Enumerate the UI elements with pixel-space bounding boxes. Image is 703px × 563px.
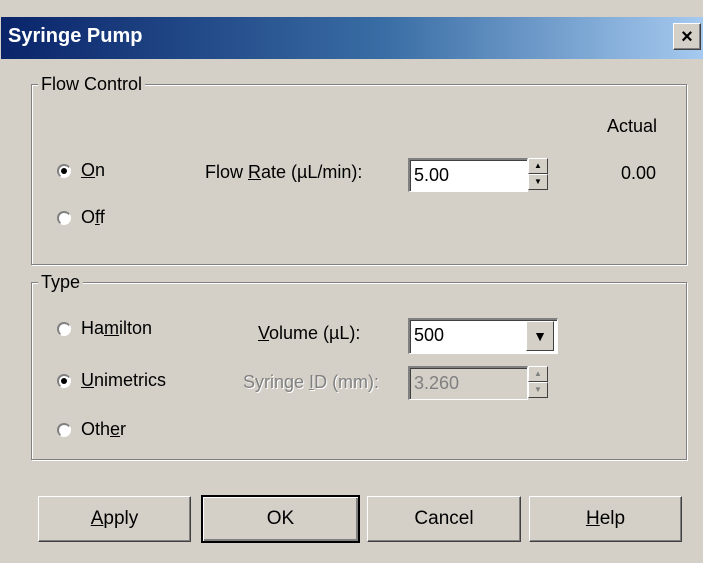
- radio-on[interactable]: On: [57, 160, 105, 181]
- radio-other-indicator[interactable]: [57, 422, 71, 437]
- radio-hamilton[interactable]: Hamilton: [57, 318, 152, 339]
- radio-off-label: Off: [81, 207, 105, 227]
- radio-unimetrics-label: Unimetrics: [81, 370, 167, 390]
- close-icon: ×: [681, 25, 693, 48]
- volume-label: Volume (µL):: [258, 323, 361, 343]
- actual-header: Actual: [607, 116, 658, 136]
- cancel-button[interactable]: Cancel: [367, 496, 521, 542]
- syringe-pump-dialog: Syringe Pump × Flow Control Actual On Of…: [0, 0, 703, 563]
- type-group-title: Type: [38, 271, 84, 293]
- syringe-id-label: Syringe ID (mm):: [243, 372, 380, 392]
- help-button-label: Help: [585, 508, 626, 529]
- window-title: Syringe Pump: [8, 25, 143, 47]
- apply-button[interactable]: Apply: [38, 496, 191, 542]
- actual-flow-value: 0.00: [621, 163, 657, 183]
- syringe-id-input: 3.260: [408, 366, 528, 400]
- radio-off[interactable]: Off: [57, 207, 105, 228]
- spin-up-icon: ▲: [528, 366, 548, 382]
- radio-hamilton-indicator[interactable]: [57, 321, 71, 336]
- flow-rate-label: Flow Rate (µL/min):: [205, 162, 363, 182]
- title-bar: Syringe Pump ×: [1, 17, 703, 59]
- radio-other[interactable]: Other: [57, 419, 126, 440]
- spin-down-icon: ▼: [528, 382, 548, 398]
- flow-control-group-title: Flow Control: [38, 73, 146, 95]
- radio-off-indicator[interactable]: [57, 210, 71, 225]
- help-button[interactable]: Help: [529, 496, 682, 542]
- close-button[interactable]: ×: [673, 23, 701, 50]
- flow-rate-spinner[interactable]: ▲ ▼: [528, 158, 548, 190]
- radio-on-label: On: [81, 160, 106, 180]
- syringe-id-spinner: ▲ ▼: [528, 366, 548, 398]
- apply-button-label: Apply: [90, 508, 139, 529]
- chevron-down-icon[interactable]: ▼: [526, 321, 554, 351]
- radio-hamilton-label: Hamilton: [81, 318, 153, 338]
- spin-down-icon[interactable]: ▼: [528, 174, 548, 190]
- ok-button[interactable]: OK: [201, 495, 360, 543]
- radio-on-indicator[interactable]: [57, 163, 71, 178]
- radio-unimetrics[interactable]: Unimetrics: [57, 370, 166, 391]
- radio-unimetrics-indicator[interactable]: [57, 373, 71, 388]
- spin-up-icon[interactable]: ▲: [528, 158, 548, 174]
- flow-rate-input[interactable]: 5.00: [408, 158, 528, 192]
- radio-other-label: Other: [81, 419, 127, 439]
